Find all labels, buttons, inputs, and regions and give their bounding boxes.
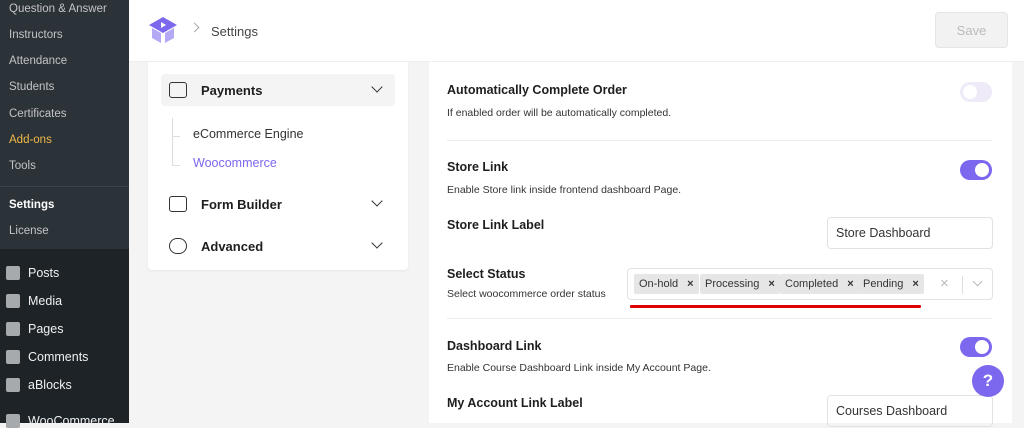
remove-tag-icon[interactable]: × [912,278,918,290]
separator [962,276,963,294]
woo-icon [6,414,20,428]
setting-title: Store Link [447,160,509,174]
menu-pages[interactable]: Pages [28,322,63,336]
dashboard-link-toggle[interactable] [960,337,992,357]
submenu-item[interactable]: License [9,225,49,237]
tag-processing: Processing × [700,274,780,294]
menu-media[interactable]: Media [28,294,62,308]
nav-advanced[interactable]: Advanced [161,230,395,262]
nav-label: Payments [201,82,263,98]
wp-admin-sidebar: Question & Answer Instructors Attendance… [0,0,129,428]
submenu-item[interactable]: Attendance [9,55,67,67]
pin-icon [6,266,20,280]
divider [447,140,992,141]
nav-label: Advanced [201,238,264,254]
pages-icon [6,322,20,336]
tag-label: On-hold [639,278,679,290]
chevron-down-icon [371,81,383,93]
nav-woocommerce[interactable]: Woocommerce [193,156,277,170]
auto-complete-toggle[interactable] [960,82,992,102]
nav-payments[interactable]: Payments [161,74,395,106]
submenu-item[interactable]: Instructors [9,29,63,41]
menu-comments[interactable]: Comments [28,350,88,364]
tag-label: Pending [863,278,904,290]
setting-desc: Enable Store link inside frontend dashbo… [447,184,682,196]
chevron-right-icon [189,22,200,33]
tag-completed: Completed × [780,274,859,294]
form-icon [169,196,187,212]
setting-desc: Enable Course Dashboard Link inside My A… [447,362,711,374]
submenu-item[interactable]: Question & Answer [9,3,107,15]
remove-tag-icon[interactable]: × [687,278,693,290]
chevron-down-icon [371,195,383,207]
sliders-icon [169,238,187,254]
logo-icon [149,17,177,43]
submenu-item-addons[interactable]: Add-ons [9,134,52,146]
toggle-knob [975,340,989,354]
remove-tag-icon[interactable]: × [768,278,774,290]
chevron-down-icon [371,237,383,249]
store-link-label-input[interactable]: Store Dashboard [827,217,993,249]
settings-nav: Payments eCommerce Engine Woocommerce Fo… [148,62,408,270]
submenu: Question & Answer Instructors Attendance… [0,0,129,249]
my-account-label-input[interactable]: Courses Dashboard [827,395,993,427]
submenu-item-settings[interactable]: Settings [9,199,54,211]
tree-line [172,118,180,166]
setting-desc: Select woocommerce order status [447,288,606,300]
nav-form-builder[interactable]: Form Builder [161,188,395,220]
submenu-item[interactable]: Students [9,81,54,93]
tree-line [172,136,180,137]
remove-tag-icon[interactable]: × [847,278,853,290]
menu-ablocks[interactable]: aBlocks [28,378,72,392]
divider [447,318,992,319]
submenu-item[interactable]: Certificates [9,108,67,120]
divider [0,186,129,187]
ablocks-icon [6,378,20,392]
toggle-knob [963,85,977,99]
tag-label: Processing [705,278,760,290]
save-button[interactable]: Save [935,12,1008,48]
setting-title: Automatically Complete Order [447,83,627,97]
header: Settings [129,0,1024,62]
breadcrumb: Settings [211,24,258,39]
tag-pending: Pending × [858,274,924,294]
comment-icon [6,350,20,364]
setting-title: Select Status [447,267,526,281]
menu-woocommerce[interactable]: WooCommerce [28,414,115,428]
red-underline-annotation [630,305,921,308]
nav-ecommerce-engine[interactable]: eCommerce Engine [193,127,303,141]
setting-desc: If enabled order will be automatically c… [447,107,672,119]
status-multiselect[interactable]: On-hold × Processing × Completed × Pending ×… [627,268,993,300]
submenu-item[interactable]: Tools [9,160,36,172]
help-button[interactable]: ? [972,365,1004,397]
setting-title: My Account Link Label [447,396,583,410]
nav-label: Form Builder [201,196,282,212]
settings-panel: Automatically Complete Order If enabled … [429,62,1012,427]
setting-title: Dashboard Link [447,339,542,353]
payments-icon [169,82,187,98]
setting-title: Store Link Label [447,218,545,232]
tag-label: Completed [785,278,839,290]
clear-icon[interactable]: × [940,275,949,292]
tag-on-hold: On-hold × [634,274,699,294]
toggle-knob [975,163,989,177]
chevron-down-icon[interactable] [972,276,983,287]
media-icon [6,294,20,308]
store-link-toggle[interactable] [960,160,992,180]
menu-posts[interactable]: Posts [28,266,59,280]
